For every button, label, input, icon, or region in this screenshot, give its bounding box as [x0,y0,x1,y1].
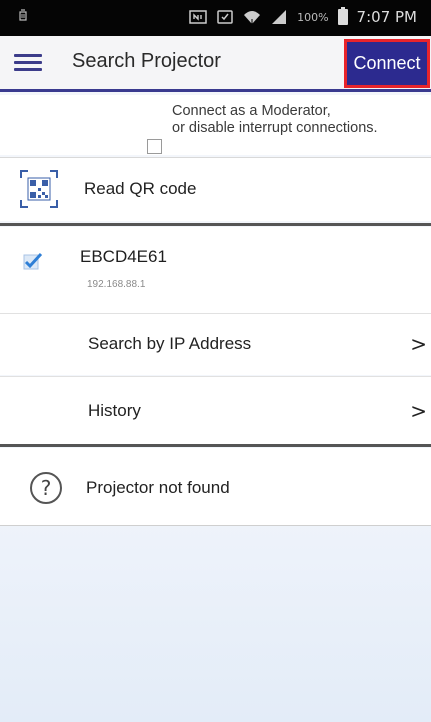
section-divider [0,444,431,447]
alarm-icon [216,9,234,25]
status-icons: 100% 7:07 PM [189,7,417,26]
nfc-icon [189,9,207,25]
search-by-ip-label: Search by IP Address [88,334,252,353]
read-qr-code-row[interactable]: Read QR code [0,157,431,221]
chevron-right-icon: > [410,399,427,423]
connect-button[interactable]: Connect [344,39,430,88]
menu-icon[interactable] [14,50,42,76]
app-bar: Search Projector Connect [0,36,431,92]
moderator-option: Connect as a Moderator, or disable inter… [0,95,431,155]
notification-icon [18,8,28,28]
moderator-label-line1: Connect as a Moderator, [172,103,331,119]
status-bar: 100% 7:07 PM [0,0,431,36]
moderator-label-line2: or disable interrupt connections. [172,120,378,136]
battery-icon [337,7,348,25]
projector-list-item[interactable]: EBCD4E61 192.168.88.1 [0,227,431,313]
projector-checkbox[interactable] [22,252,44,272]
history-label: History [88,401,141,420]
search-by-ip-row[interactable]: Search by IP Address > [0,313,431,375]
moderator-label: Connect as a Moderator, or disable inter… [172,103,378,137]
signal-icon [270,9,288,25]
projector-not-found-row[interactable]: ? Projector not found [0,448,431,526]
help-icon: ? [30,472,62,504]
clock: 7:07 PM [356,8,417,26]
chevron-right-icon: > [410,332,427,356]
projector-ip: 192.168.88.1 [87,279,146,290]
projector-name: EBCD4E61 [80,247,167,266]
history-row[interactable]: History > [0,376,431,444]
qr-code-icon [20,170,58,208]
wifi-icon [243,9,261,25]
section-divider [0,223,431,226]
read-qr-code-label: Read QR code [84,179,197,198]
page-title: Search Projector [72,50,221,72]
moderator-checkbox[interactable] [147,139,162,154]
projector-not-found-label: Projector not found [86,478,230,497]
battery-percent: 100% [297,10,329,24]
